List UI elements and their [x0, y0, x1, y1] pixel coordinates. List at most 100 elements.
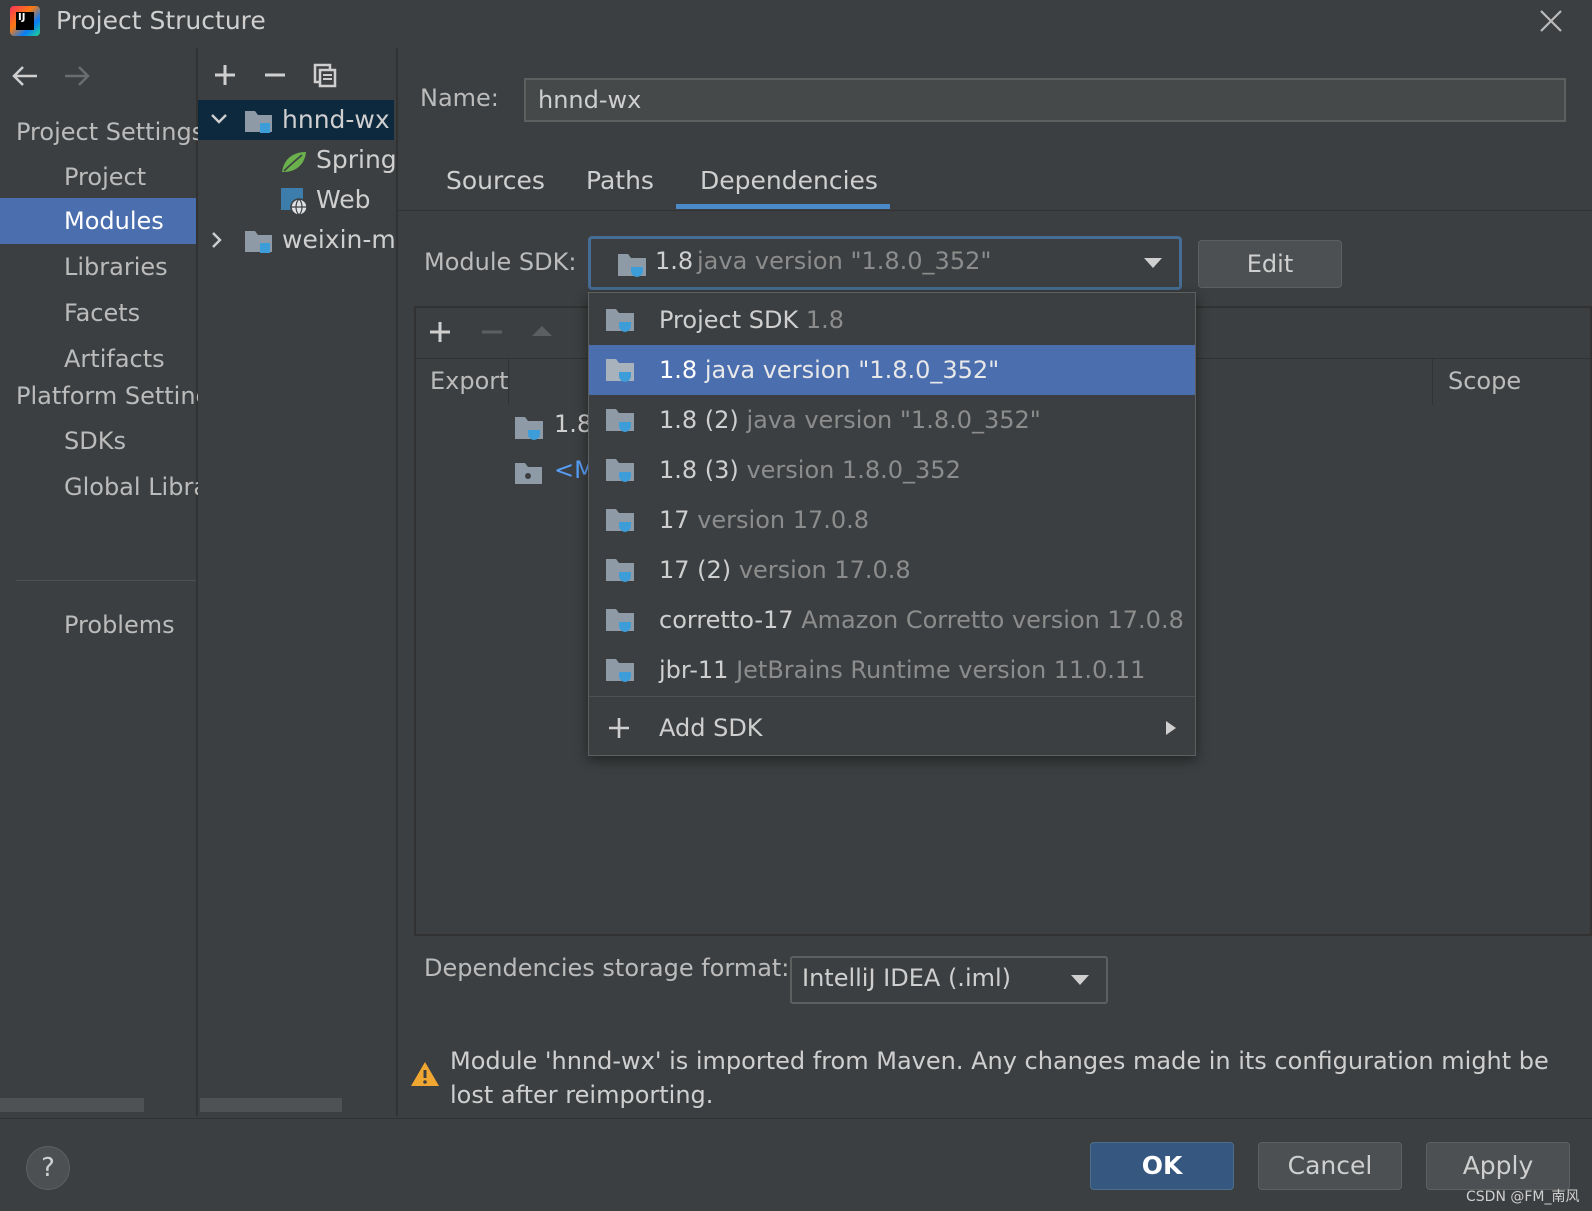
add-icon [609, 718, 629, 738]
sdk-folder-icon [606, 659, 634, 682]
add-sdk-label: Add SDK [659, 714, 763, 742]
sdk-option-1-8[interactable]: 1.8 java version "1.8.0_352" [589, 345, 1195, 395]
help-button[interactable]: ? [26, 1146, 70, 1190]
sdk-option-detail: version 1.8.0_352 [746, 456, 961, 484]
title-bar: IJ Project Structure [0, 0, 1592, 48]
storage-format-label: Dependencies storage format: [424, 954, 790, 982]
move-up-icon[interactable] [530, 320, 554, 340]
sdk-folder-icon [618, 254, 646, 277]
sdk-option-1-8-3[interactable]: 1.8 (3) version 1.8.0_352 [589, 445, 1195, 495]
tab-sources[interactable]: Sources [446, 166, 545, 195]
nav-scrollbar[interactable] [0, 1098, 144, 1112]
sdk-option-detail: JetBrains Runtime version 11.0.11 [736, 656, 1146, 684]
window-title: Project Structure [56, 6, 266, 35]
sdk-option-name: 1.8 (3) [659, 456, 739, 484]
module-sdk-dropdown[interactable]: 1.8 java version "1.8.0_352" [588, 236, 1182, 290]
cancel-button[interactable]: Cancel [1258, 1142, 1402, 1190]
tabs-divider [398, 210, 1592, 211]
tree-node-spring[interactable]: Spring [198, 140, 397, 180]
sdk-folder-icon [606, 609, 634, 632]
sdk-option-name: 17 (2) [659, 556, 732, 584]
ok-button[interactable]: OK [1090, 1142, 1234, 1190]
name-label: Name: [420, 84, 499, 112]
dropdown-divider [589, 696, 1195, 697]
submenu-arrow-icon [1166, 721, 1176, 735]
module-folder-icon [245, 231, 272, 253]
nav-item-sdks[interactable]: SDKs [0, 418, 196, 464]
back-arrow-icon[interactable] [10, 64, 40, 88]
sdk-option-jbr-11[interactable]: jbr-11 JetBrains Runtime version 11.0.11 [589, 645, 1195, 695]
sdk-folder-icon [606, 509, 634, 532]
forward-arrow-icon[interactable] [62, 64, 92, 88]
edit-sdk-button[interactable]: Edit [1198, 240, 1342, 288]
sdk-option-17[interactable]: 17 version 17.0.8 [589, 495, 1195, 545]
sdk-folder-icon [606, 359, 634, 382]
sdk-selected-detail: java version "1.8.0_352" [697, 247, 992, 275]
nav-item-problems[interactable]: Problems [0, 602, 196, 648]
storage-format-dropdown[interactable]: IntelliJ IDEA (.iml) [790, 956, 1108, 1004]
storage-format-value: IntelliJ IDEA (.iml) [802, 964, 1012, 992]
module-folder-icon [245, 111, 272, 133]
tree-scrollbar[interactable] [200, 1098, 342, 1112]
add-dependency-icon[interactable] [428, 320, 452, 344]
web-globe-icon [281, 188, 308, 216]
scope-column-header[interactable]: Scope [1448, 367, 1521, 395]
chevron-down-icon[interactable] [210, 112, 228, 126]
nav-item-facets[interactable]: Facets [0, 290, 196, 336]
close-icon[interactable] [1538, 8, 1564, 34]
sdk-folder-icon [606, 559, 634, 582]
tab-dependencies[interactable]: Dependencies [700, 166, 878, 195]
tree-node-label: Spring [316, 145, 397, 174]
sdk-option-corretto-17[interactable]: corretto-17 Amazon Corretto version 17.0… [589, 595, 1195, 645]
copy-icon[interactable] [312, 62, 338, 88]
column-divider [508, 359, 509, 405]
add-sdk-menu-item[interactable]: Add SDK [589, 701, 1195, 755]
dependency-name: 1.8 [554, 410, 593, 438]
dropdown-arrow-icon [1071, 975, 1089, 985]
apply-button[interactable]: Apply [1426, 1142, 1570, 1190]
sdk-option-detail: version 17.0.8 [697, 506, 870, 534]
spring-leaf-icon [282, 152, 306, 172]
sdk-option-1-8-2[interactable]: 1.8 (2) java version "1.8.0_352" [589, 395, 1195, 445]
tree-node-label: weixin-me [282, 225, 394, 254]
watermark: CSDN @FM_南风 [1466, 1189, 1580, 1205]
sdk-folder-icon [606, 309, 634, 332]
sdk-option-17-2[interactable]: 17 (2) version 17.0.8 [589, 545, 1195, 595]
sdk-option-name: 17 [659, 506, 690, 534]
tab-paths[interactable]: Paths [586, 166, 654, 195]
module-sdk-label: Module SDK: [424, 248, 577, 276]
nav-item-global-libraries[interactable]: Global Libra [0, 464, 208, 510]
tree-node-label: Web [316, 185, 371, 214]
sdk-option-name: Project SDK [659, 306, 799, 334]
sdk-selected-name: 1.8 [655, 247, 694, 275]
export-column-header[interactable]: Export [430, 367, 509, 395]
sdk-dropdown-list: Project SDK 1.8 1.8 java version "1.8.0_… [588, 292, 1196, 756]
tree-node-label: hnnd-wx [282, 105, 390, 134]
nav-item-project[interactable]: Project [0, 154, 196, 200]
tree-node-weixin-me[interactable]: weixin-me [198, 220, 394, 260]
sdk-option-detail: java version "1.8.0_352" [746, 406, 1041, 434]
add-icon[interactable] [212, 62, 238, 88]
nav-header-project-settings: Project Settings [16, 118, 205, 146]
dropdown-arrow-icon [1144, 258, 1162, 268]
sdk-option-detail: 1.8 [805, 306, 845, 334]
sdk-option-name: jbr-11 [659, 656, 729, 684]
tree-node-web[interactable]: Web [198, 180, 394, 220]
sdk-folder-icon [515, 417, 543, 440]
nav-item-modules[interactable]: Modules [0, 198, 196, 244]
remove-icon[interactable] [262, 62, 288, 88]
module-name-input[interactable] [524, 78, 1566, 122]
sdk-option-project-sdk[interactable]: Project SDK 1.8 [589, 295, 1195, 345]
sdk-option-detail: Amazon Corretto version 17.0.8 [801, 606, 1184, 634]
sdk-folder-icon [606, 409, 634, 432]
remove-dependency-icon[interactable] [480, 320, 504, 344]
nav-divider [16, 580, 196, 581]
nav-item-artifacts[interactable]: Artifacts [0, 336, 196, 382]
tree-node-hnnd-wx[interactable]: hnnd-wx [198, 100, 394, 140]
maven-import-warning: Module 'hnnd-wx' is imported from Maven.… [450, 1047, 1549, 1109]
nav-header-platform-settings: Platform Setting [16, 382, 211, 410]
nav-item-libraries[interactable]: Libraries [0, 244, 196, 290]
settings-nav: Project Settings Project Modules Librari… [0, 48, 211, 1116]
column-divider [1432, 359, 1433, 405]
chevron-right-icon[interactable] [210, 231, 224, 249]
